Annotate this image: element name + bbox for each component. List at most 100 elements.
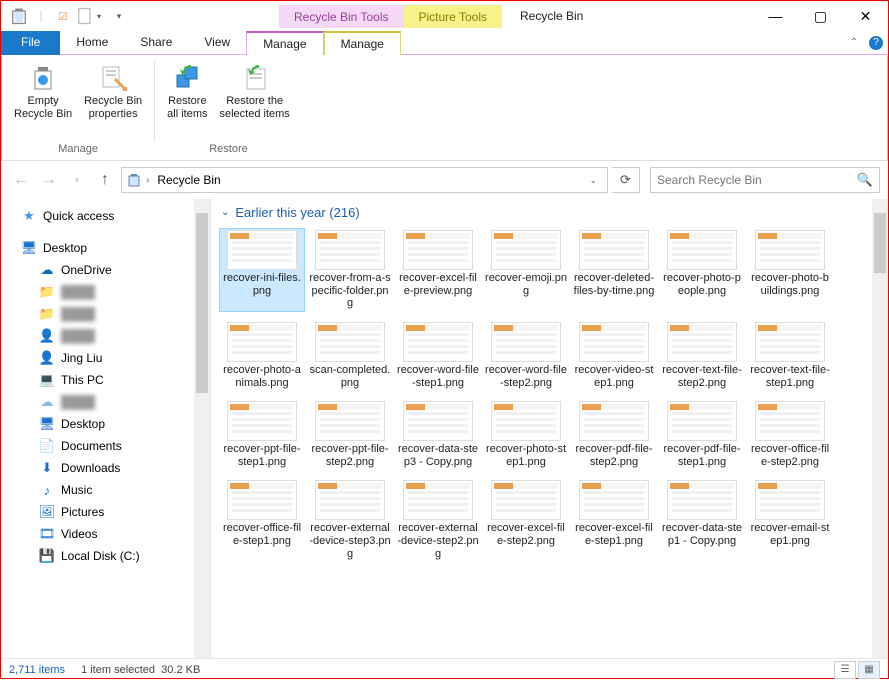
titlebar: | ☑ ▾ ▾ Recycle Bin ToolsPicture Tools R… bbox=[1, 1, 888, 31]
file-item[interactable]: recover-external-device-step2.png bbox=[395, 478, 481, 562]
properties-icon[interactable]: ☑ bbox=[53, 6, 73, 26]
file-item[interactable]: recover-ppt-file-step1.png bbox=[219, 399, 305, 470]
forward-button[interactable]: → bbox=[37, 168, 61, 192]
file-item[interactable]: recover-external-device-step3.png bbox=[307, 478, 393, 562]
maximize-button[interactable]: ▢ bbox=[798, 2, 843, 30]
new-doc-icon[interactable] bbox=[75, 6, 95, 26]
file-item[interactable]: recover-word-file-step2.png bbox=[483, 320, 569, 391]
search-input[interactable] bbox=[657, 173, 857, 187]
file-item[interactable]: recover-text-file-step2.png bbox=[659, 320, 745, 391]
file-item[interactable]: recover-excel-file-step1.png bbox=[571, 478, 657, 562]
tab-view[interactable]: View bbox=[188, 31, 246, 55]
file-item[interactable]: recover-excel-file-step2.png bbox=[483, 478, 569, 562]
qat-overflow[interactable]: ▾ bbox=[109, 6, 129, 26]
file-item[interactable]: recover-data-step3 - Copy.png bbox=[395, 399, 481, 470]
user-blur[interactable]: 👤████ bbox=[1, 325, 210, 347]
file-item[interactable]: recover-video-step1.png bbox=[571, 320, 657, 391]
icons-view-button[interactable]: ▦ bbox=[858, 661, 880, 679]
details-view-button[interactable]: ☰ bbox=[834, 661, 856, 679]
file-name-label: recover-excel-file-step1.png bbox=[573, 522, 655, 547]
qat-dropdown[interactable]: ▾ bbox=[97, 12, 107, 21]
star-icon: ★ bbox=[21, 208, 37, 224]
file-item[interactable]: recover-from-a-specific-folder.png bbox=[307, 228, 393, 312]
file-item[interactable]: recover-photo-animals.png bbox=[219, 320, 305, 391]
file-item[interactable]: recover-data-step1 - Copy.png bbox=[659, 478, 745, 562]
onedrive[interactable]: ☁OneDrive bbox=[1, 259, 210, 281]
onedrive-icon: ☁ bbox=[39, 262, 55, 278]
videos[interactable]: 🎞Videos bbox=[1, 523, 210, 545]
tab-manage-0[interactable]: Manage bbox=[246, 31, 323, 55]
ribbon-collapse-icon[interactable]: ⌃ bbox=[844, 31, 864, 55]
music[interactable]: ♪Music bbox=[1, 479, 210, 501]
minimize-button[interactable]: — bbox=[753, 2, 798, 30]
back-button[interactable]: ← bbox=[9, 168, 33, 192]
quick-access[interactable]: ★Quick access bbox=[1, 205, 210, 227]
documents[interactable]: 📄Documents bbox=[1, 435, 210, 457]
file-item[interactable]: recover-ini-files.png bbox=[219, 228, 305, 312]
tab-home[interactable]: Home bbox=[60, 31, 124, 55]
file-thumbnail bbox=[667, 401, 737, 441]
content-scrollbar[interactable] bbox=[872, 199, 888, 658]
tab-file[interactable]: File bbox=[1, 31, 60, 55]
recent-dropdown[interactable]: ▾ bbox=[65, 168, 89, 192]
status-total-items: 2,711 items bbox=[9, 664, 65, 676]
file-name-label: recover-pdf-file-step2.png bbox=[573, 443, 655, 468]
this-pc[interactable]: 💻This PC bbox=[1, 369, 210, 391]
folder-blur-2[interactable]: 📁████ bbox=[1, 303, 210, 325]
content-pane[interactable]: ⌄ Earlier this year (216) recover-ini-fi… bbox=[211, 199, 888, 658]
file-item[interactable]: recover-emoji.png bbox=[483, 228, 569, 312]
file-thumbnail bbox=[579, 401, 649, 441]
desktop-2[interactable]: 🖥Desktop bbox=[1, 413, 210, 435]
file-thumbnail bbox=[579, 480, 649, 520]
file-item[interactable]: recover-photo-buildings.png bbox=[747, 228, 833, 312]
restore-all-button[interactable]: Restoreall items bbox=[161, 58, 213, 143]
contextual-tab[interactable]: Picture Tools bbox=[404, 5, 502, 28]
file-name-label: recover-photo-step1.png bbox=[485, 443, 567, 468]
cloud-blur[interactable]: ☁████ bbox=[1, 391, 210, 413]
refresh-button[interactable]: ⟳ bbox=[612, 167, 640, 193]
close-button[interactable]: ✕ bbox=[843, 2, 888, 30]
tab-manage-1[interactable]: Manage bbox=[324, 31, 401, 55]
file-item[interactable]: recover-office-file-step1.png bbox=[219, 478, 305, 562]
quick-access-toolbar: | ☑ ▾ ▾ bbox=[1, 6, 129, 26]
file-item[interactable]: recover-excel-file-preview.png bbox=[395, 228, 481, 312]
file-item[interactable]: recover-email-step1.png bbox=[747, 478, 833, 562]
tab-share[interactable]: Share bbox=[124, 31, 188, 55]
folder-icon: 📁 bbox=[39, 284, 55, 300]
file-item[interactable]: recover-deleted-files-by-time.png bbox=[571, 228, 657, 312]
ribbon-button-label: EmptyRecycle Bin bbox=[14, 95, 72, 121]
folder-blur-1[interactable]: 📁████ bbox=[1, 281, 210, 303]
file-item[interactable]: recover-word-file-step1.png bbox=[395, 320, 481, 391]
file-item[interactable]: scan-completed.png bbox=[307, 320, 393, 391]
empty-recycle-bin-button[interactable]: EmptyRecycle Bin bbox=[8, 58, 78, 143]
restore-selected-button[interactable]: Restore theselected items bbox=[214, 58, 296, 143]
search-box[interactable]: 🔍 bbox=[650, 167, 880, 193]
file-item[interactable]: recover-photo-people.png bbox=[659, 228, 745, 312]
breadcrumb-item[interactable]: Recycle Bin bbox=[153, 173, 224, 187]
file-item[interactable]: recover-pdf-file-step2.png bbox=[571, 399, 657, 470]
file-thumbnail bbox=[755, 480, 825, 520]
address-dropdown-icon[interactable]: ⌄ bbox=[583, 175, 603, 186]
up-button[interactable]: ↑ bbox=[93, 168, 117, 192]
restore-all-icon bbox=[171, 61, 203, 93]
pictures[interactable]: 🖼Pictures bbox=[1, 501, 210, 523]
file-item[interactable]: recover-text-file-step1.png bbox=[747, 320, 833, 391]
sidebar-scroll-thumb[interactable] bbox=[196, 213, 208, 393]
contextual-tab[interactable]: Recycle Bin Tools bbox=[279, 5, 404, 28]
file-item[interactable]: recover-office-file-step2.png bbox=[747, 399, 833, 470]
file-item[interactable]: recover-pdf-file-step1.png bbox=[659, 399, 745, 470]
help-icon[interactable]: ? bbox=[864, 31, 888, 55]
downloads[interactable]: ⬇Downloads bbox=[1, 457, 210, 479]
local-disk-c[interactable]: 💾Local Disk (C:) bbox=[1, 545, 210, 567]
sidebar-scrollbar[interactable] bbox=[194, 199, 210, 658]
user-jing[interactable]: 👤Jing Liu bbox=[1, 347, 210, 369]
navigation-pane[interactable]: ★Quick access🖥Desktop☁OneDrive📁████📁████… bbox=[1, 199, 211, 658]
recycle-bin-properties-button[interactable]: Recycle Binproperties bbox=[78, 58, 148, 143]
group-header[interactable]: ⌄ Earlier this year (216) bbox=[211, 199, 888, 226]
address-bar[interactable]: › Recycle Bin ⌄ bbox=[121, 167, 608, 193]
file-item[interactable]: recover-photo-step1.png bbox=[483, 399, 569, 470]
desktop[interactable]: 🖥Desktop bbox=[1, 237, 210, 259]
content-scroll-thumb[interactable] bbox=[874, 213, 886, 273]
file-name-label: recover-deleted-files-by-time.png bbox=[573, 272, 655, 297]
file-item[interactable]: recover-ppt-file-step2.png bbox=[307, 399, 393, 470]
